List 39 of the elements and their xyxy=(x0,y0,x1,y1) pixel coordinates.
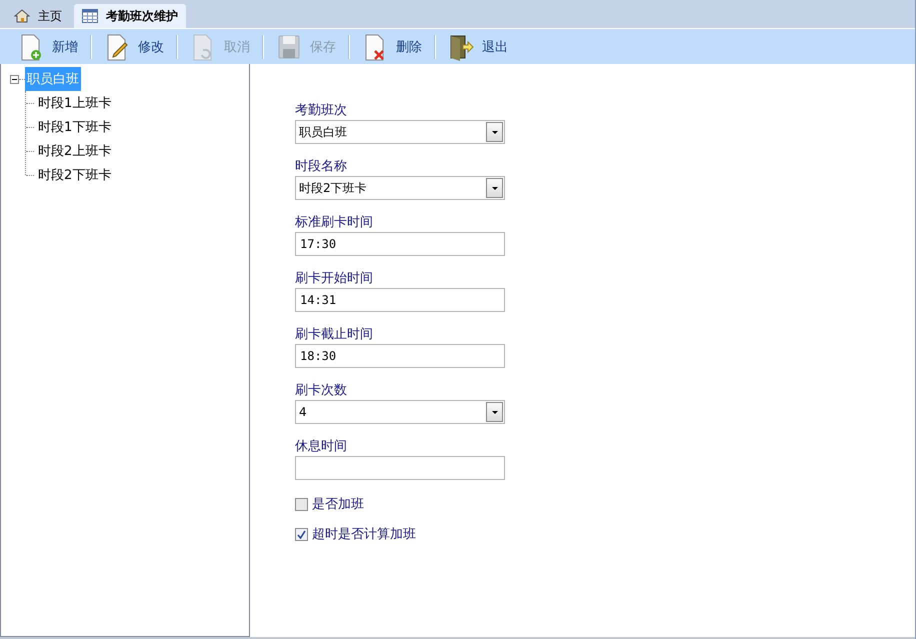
checkbox[interactable] xyxy=(295,528,308,540)
checkbox-label: 是否加班 xyxy=(312,496,364,513)
input-field[interactable]: 14:31 xyxy=(295,288,505,312)
field-label: 刷卡次数 xyxy=(295,382,348,398)
input-field[interactable]: 17:30 xyxy=(295,232,505,256)
toolbar-button[interactable]: 修改 xyxy=(100,30,168,62)
tree-node[interactable]: 时段1下班卡 xyxy=(36,115,114,139)
table-icon xyxy=(82,9,98,23)
field-label: 刷卡开始时间 xyxy=(295,270,374,286)
tree-node[interactable]: 时段2下班卡 xyxy=(36,163,114,187)
checkbox[interactable] xyxy=(295,498,308,510)
tree-node[interactable]: 时段2上班卡 xyxy=(36,139,114,163)
toolbar-button[interactable]: 退出 xyxy=(444,30,512,62)
field-label: 刷卡截止时间 xyxy=(295,326,374,342)
field-label: 标准刷卡时间 xyxy=(295,214,374,230)
dropdown-button[interactable] xyxy=(486,402,503,422)
dropdown-field[interactable]: 职员白班 xyxy=(295,120,505,144)
caret-icon xyxy=(492,410,498,414)
caret-icon xyxy=(492,186,498,190)
tab[interactable]: 考勤班次维护 xyxy=(74,4,186,28)
dropdown-field[interactable]: 时段2下班卡 xyxy=(295,176,505,200)
dropdown-button[interactable] xyxy=(486,122,503,142)
field-label: 休息时间 xyxy=(295,438,348,454)
input-field[interactable] xyxy=(295,456,505,480)
checkbox-label: 超时是否计算加班 xyxy=(312,526,416,543)
toolbar-button[interactable]: 删除 xyxy=(358,30,426,62)
caret-icon xyxy=(492,130,498,134)
collapse-icon[interactable] xyxy=(10,74,19,84)
field-label: 时段名称 xyxy=(295,158,348,174)
home-icon xyxy=(14,8,30,24)
toolbar-button[interactable]: 新增 xyxy=(14,30,82,62)
field-label: 考勤班次 xyxy=(295,102,348,118)
tree-node[interactable]: 时段1上班卡 xyxy=(36,91,114,115)
dropdown-button[interactable] xyxy=(486,178,503,198)
save-icon xyxy=(276,32,302,60)
input-field[interactable]: 18:30 xyxy=(295,344,505,368)
exit-door-icon xyxy=(448,32,474,60)
tab[interactable]: 主页 xyxy=(6,4,70,28)
dropdown-field[interactable]: 4 xyxy=(295,400,505,424)
